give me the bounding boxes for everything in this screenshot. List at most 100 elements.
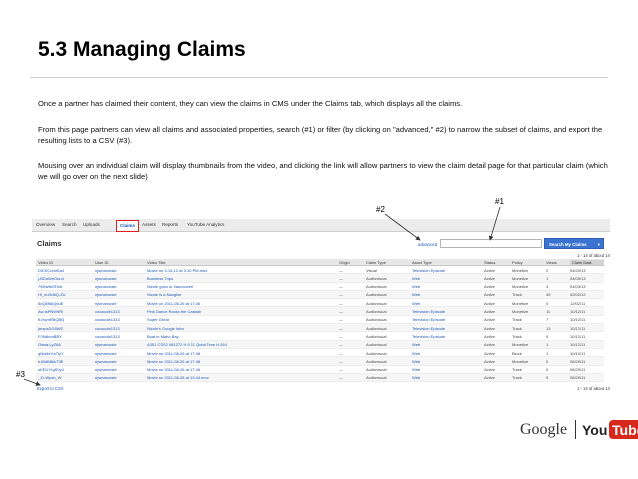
table-cell[interactable]: Nicole is a Naughie bbox=[147, 292, 337, 297]
column-header[interactable]: Video ID bbox=[38, 260, 93, 265]
table-row[interactable]: 5oQ5f6kQ6uE njsmarcuste Movie on 2011-08-2… bbox=[36, 299, 604, 308]
table-cell[interactable]: Movie on 2011-08-26 at 17:46 bbox=[147, 301, 337, 306]
search-my-claims-button[interactable]: Search My Claims ▾ bbox=[544, 238, 604, 249]
table-cell[interactable]: njsmarcuste bbox=[95, 351, 145, 356]
table-cell[interactable]: j-BDoWnGun4 bbox=[38, 276, 93, 281]
table-cell[interactable]: Super Great bbox=[147, 317, 337, 322]
table-cell[interactable]: Web bbox=[412, 276, 482, 281]
tab-claims[interactable]: Claims bbox=[116, 220, 140, 232]
column-header[interactable]: Policy bbox=[512, 260, 544, 265]
export-to-csv-link[interactable]: Export to CSV bbox=[37, 386, 64, 391]
table-cell[interactable]: njsmarcuste bbox=[95, 375, 145, 380]
column-header[interactable]: Video Title bbox=[147, 260, 337, 265]
table-cell: 10/12/11 bbox=[570, 325, 586, 331]
table-cell[interactable]: Television Episode bbox=[412, 309, 482, 314]
claims-search-input[interactable] bbox=[440, 239, 542, 248]
table-cell[interactable]: Web bbox=[412, 359, 482, 364]
table-cell[interactable]: Web bbox=[412, 284, 482, 289]
table-cell[interactable]: 5oQ5f6kQ6uE bbox=[38, 301, 93, 306]
table-cell[interactable]: DlCKCuhdSa4 bbox=[38, 268, 93, 273]
table-cell[interactable]: njsmarcuste bbox=[95, 276, 145, 281]
table-cell: — bbox=[339, 350, 343, 356]
table-cell[interactable]: Web bbox=[412, 351, 482, 356]
table-cell: Audiovisual bbox=[366, 284, 387, 290]
table-cell[interactable]: 7WNzfkSFdzl bbox=[38, 284, 93, 289]
table-row[interactable]: Hl_nU5d6Q-ZU njsmarcuste Nicole is a Naugh… bbox=[36, 290, 604, 300]
table-cell: Track bbox=[512, 292, 522, 298]
table-cell[interactable]: njsmarcuste bbox=[95, 342, 145, 347]
table-row[interactable]: j-BDoWnGun4 njsmarcuste Business Trips — Aud… bbox=[36, 274, 604, 283]
table-cell[interactable]: Hl_nU5d6Q-ZU bbox=[38, 292, 93, 297]
table-cell[interactable]: Aw-lsPNW9Rl bbox=[38, 309, 93, 314]
table-cell[interactable]: hJBdB8kkT3E bbox=[38, 359, 93, 364]
tab-uploads[interactable]: Uploads bbox=[83, 222, 100, 227]
table-cell[interactable]: njsmarcuste bbox=[95, 292, 145, 297]
table-cell[interactable]: PJ5dbonBBY bbox=[38, 334, 93, 339]
table-cell[interactable]: cocacole1313 bbox=[95, 309, 145, 314]
column-header[interactable]: Views bbox=[546, 260, 568, 265]
table-cell[interactable]: Nicole's Google Intro bbox=[147, 326, 337, 331]
tab-reports[interactable]: Reports bbox=[162, 222, 178, 227]
table-cell: 04/05/13 bbox=[570, 275, 586, 281]
tab-youtube-analytics[interactable]: YouTube Analytics bbox=[187, 222, 224, 227]
table-cell[interactable]: njsmarcuste bbox=[95, 359, 145, 364]
youtube-logo-tube: Tube bbox=[609, 420, 638, 439]
table-cell[interactable]: Business Trips bbox=[147, 276, 337, 281]
table-cell[interactable]: Television Episode bbox=[412, 317, 482, 322]
table-cell[interactable]: Movie on 3-15-12 at 3.10 PM.mov bbox=[147, 268, 337, 273]
column-header[interactable]: Asset Type bbox=[412, 260, 482, 265]
table-cell[interactable]: uKEUYrgS0y4 bbox=[38, 367, 93, 372]
table-row[interactable]: hJBdB8kkT3E njsmarcuste Movie on 2011-08-2… bbox=[36, 357, 604, 366]
table-cell[interactable]: Web bbox=[412, 375, 482, 380]
advanced-filter-link[interactable]: advanced bbox=[418, 242, 437, 247]
table-cell[interactable]: jmzpsDG6WE bbox=[38, 326, 93, 331]
table-cell[interactable]: Movie on 2011-08-28 at 13:44.mov bbox=[147, 375, 337, 380]
table-cell[interactable]: Web bbox=[412, 342, 482, 347]
table-cell[interactable]: Web bbox=[412, 367, 482, 372]
table-row[interactable]: PJ5dbonBBY cocacole1313 Boat in Maho Bay — A… bbox=[36, 332, 604, 341]
table-cell[interactable]: Pink Dance Rocks the Casbah bbox=[147, 309, 337, 314]
table-cell[interactable]: Boat in Maho Bay bbox=[147, 334, 337, 339]
column-header[interactable]: Status bbox=[484, 260, 510, 265]
table-row[interactable]: Owsa-LyZ6A njsmarcuste A351 CSS2 081272 H.… bbox=[36, 340, 604, 349]
table-cell: Active bbox=[484, 375, 495, 381]
table-cell[interactable]: Television Episode bbox=[412, 268, 482, 273]
table-cell[interactable]: _Zr-Wpsh_W bbox=[38, 375, 93, 380]
table-cell[interactable]: Movie on 2011-08-26 at 17:46 bbox=[147, 367, 337, 372]
table-cell[interactable]: Television Episode bbox=[412, 326, 482, 331]
table-cell[interactable]: cocacole1313 bbox=[95, 317, 145, 322]
tab-assets[interactable]: Assets bbox=[142, 222, 156, 227]
table-row[interactable]: uKEUYrgS0y4 njsmarcuste Movie on 2011-08-2… bbox=[36, 366, 604, 374]
table-cell[interactable]: Nicole goes to Vancouver! bbox=[147, 284, 337, 289]
table-cell[interactable]: njsmarcuste bbox=[95, 284, 145, 289]
table-cell[interactable]: Owsa-LyZ6A bbox=[38, 342, 93, 347]
table-row[interactable]: jmzpsDG6WE cocacole1313 Nicole's Google In… bbox=[36, 324, 604, 333]
table-row[interactable]: Aw-lsPNW9Rl cocacole1313 Pink Dance Rocks … bbox=[36, 307, 604, 316]
table-cell[interactable]: Web bbox=[412, 301, 482, 306]
table-cell[interactable]: Television Episode bbox=[412, 334, 482, 339]
table-cell[interactable]: njsmarcuste bbox=[95, 301, 145, 306]
table-cell[interactable]: cocacole1313 bbox=[95, 334, 145, 339]
table-cell[interactable]: Movie on 2011-08-26 at 17:48 bbox=[147, 359, 337, 364]
table-cell[interactable]: Movie on 2011-08-26 at 17:48 bbox=[147, 351, 337, 356]
column-header[interactable]: Claim Date bbox=[570, 260, 604, 265]
table-cell[interactable]: njsmarcuste bbox=[95, 268, 145, 273]
table-cell[interactable]: fLHqmRBQBQ bbox=[38, 317, 93, 322]
table-row[interactable]: fLHqmRBQBQ cocacole1313 Super Great — Audiov… bbox=[36, 316, 604, 325]
table-row[interactable]: qNw5s7mTiyY njsmarcuste Movie on 2011-08-2… bbox=[36, 349, 604, 358]
title-divider bbox=[30, 77, 608, 78]
tab-overview[interactable]: Overview bbox=[36, 222, 55, 227]
table-row[interactable]: _Zr-Wpsh_W njsmarcuste Movie on 2011-08-28… bbox=[36, 373, 604, 383]
table-row[interactable]: DlCKCuhdSa4 njsmarcuste Movie on 3-15-12 a… bbox=[36, 266, 604, 275]
table-cell[interactable]: cocacole1313 bbox=[95, 326, 145, 331]
table-row[interactable]: 7WNzfkSFdzl njsmarcuste Nicole goes to Van… bbox=[36, 283, 604, 291]
tab-search[interactable]: Search bbox=[62, 222, 77, 227]
table-cell[interactable]: njsmarcuste bbox=[95, 367, 145, 372]
column-header[interactable]: Origin bbox=[339, 260, 364, 265]
table-cell[interactable]: A351 CSS2 081272 H.9 11 QuickTime H.264 bbox=[147, 342, 337, 347]
pagination-info-top: 1 - 14 of about 14 bbox=[577, 253, 610, 258]
table-cell[interactable]: Web bbox=[412, 292, 482, 297]
column-header[interactable]: Claim Type bbox=[366, 260, 410, 265]
table-cell[interactable]: qNw5s7mTiyY bbox=[38, 351, 93, 356]
column-header[interactable]: User ID bbox=[95, 260, 145, 265]
